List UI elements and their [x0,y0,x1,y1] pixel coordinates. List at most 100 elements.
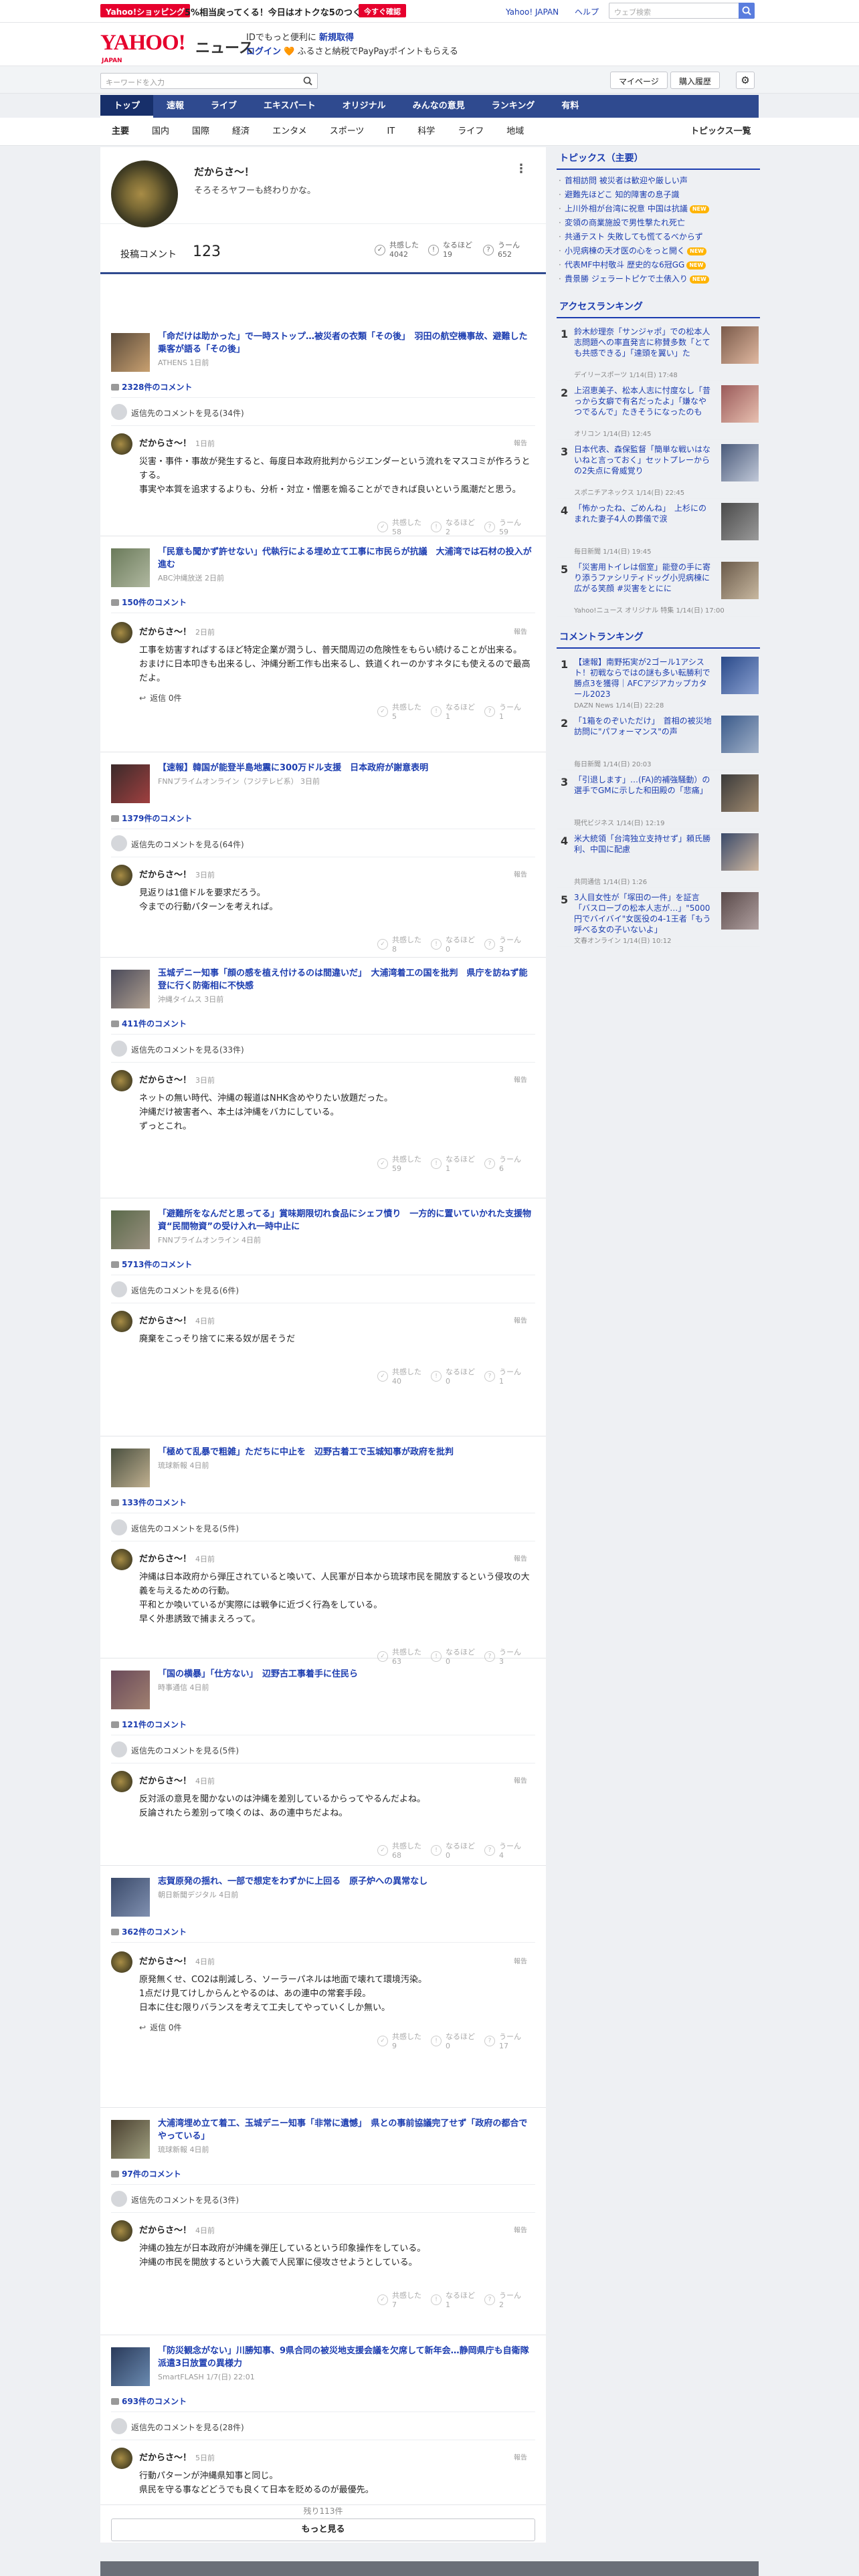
rank-title-link[interactable]: 「怖かったね、ごめんね」 上杉にのまれた妻子4人の葬儀で涙 [574,503,713,546]
login-link[interactable]: ログイン [246,47,281,57]
keyword-search-input[interactable]: キーワードを入力 [100,73,318,89]
comment-count-link[interactable]: 411件のコメント [111,1018,187,1029]
comment-count-link[interactable]: 150件のコメント [111,597,187,608]
cnav-local[interactable]: 地域 [495,118,535,146]
promo-button[interactable]: 今すぐ確認 [359,4,406,17]
cnav-life[interactable]: ライフ [446,118,495,146]
article-thumbnail[interactable] [111,333,150,372]
rank-thumbnail[interactable] [721,326,759,364]
topic-item[interactable]: 貴景勝 ジェラートピケで土俵入りNEW [557,272,760,286]
comment-count-link[interactable]: 362件のコメント [111,1926,187,1937]
gear-icon[interactable]: ⚙ [736,72,755,89]
reply-button[interactable]: 返信 0件 [139,2022,181,2033]
comment-ranking-item[interactable]: 4 米大統領「台湾独立支持せず」頼氏勝利、中国に配慮 共同通信 1/14(日) 1:… [557,829,760,888]
rank-thumbnail[interactable] [721,892,759,930]
promo-text[interactable]: 5%相当戻ってくる！今日はオトクな5のつく日 [185,5,370,18]
gnav-paid[interactable]: 有料 [548,95,592,118]
rank-thumbnail[interactable] [721,833,759,871]
topic-text[interactable]: 上川外相が台湾に祝意 中国は抗議 [565,204,688,213]
access-ranking-item[interactable]: 4 「怖かったね、ごめんね」 上杉にのまれた妻子4人の葬儀で涙 毎日新聞 1/14(… [557,499,760,558]
report-link[interactable]: 報告 [514,437,527,447]
report-link[interactable]: 報告 [514,626,527,636]
comment-ranking-item[interactable]: 1 【速報】南野拓実が2ゴール1アシスト！初戦ならではの謎も多い転勝利で勝点3を獲… [557,653,760,712]
comment-ranking-item[interactable]: 3 「引退します」…(FA)的補強騒動）の選手でGMに示した和田殿の「悲痛」 現代ビ… [557,770,760,829]
yahoo-japan-link[interactable]: Yahoo! JAPAN [506,7,559,17]
rank-title-link[interactable]: 3人目女性が「塚田の一件」を証言「バスローブの松本人志が…」"5000円でバイバ… [574,892,713,935]
logo-news[interactable]: ニュース [195,36,254,58]
rank-thumbnail[interactable] [721,444,759,481]
rank-title-link[interactable]: 「1箱をのぞいただけ」 首相の被災地訪問に"パフォーマンス"の声 [574,716,713,758]
article-title-link[interactable]: 玉城デニー知事「顔の感を植え付けるのは間違いだ」 大浦湾着工の国を批判 県庁を訪… [158,967,533,992]
comment-count-link[interactable]: 1379件のコメント [111,813,192,824]
cnav-science[interactable]: 科学 [406,118,446,146]
rank-title-link[interactable]: 「災害用トイレは個室」能登の手に寄り添うファシリティドッグ小児病棟に広がる笑顔 … [574,562,713,605]
topic-text[interactable]: 首相訪問 被災者は歓迎や厳しい声 [565,176,688,185]
rank-title-link[interactable]: 【速報】南野拓実が2ゴール1アシスト！初戦ならではの謎も多い転勝利で勝点3を獲得… [574,657,713,700]
rank-thumbnail[interactable] [721,385,759,423]
shopping-badge[interactable]: Yahoo!ショッピング [100,4,191,17]
topic-text[interactable]: 小児病棟の天才医の心をっと開く [565,246,685,255]
topics-list-link[interactable]: トピックス一覧 [690,118,751,146]
report-link[interactable]: 報告 [514,1553,527,1563]
article-thumbnail[interactable] [111,1448,150,1487]
rank-title-link[interactable]: 鈴木紗理奈「サンジャポ」での松本人志問題への率直発言に称賛多数「とても共感できる… [574,326,713,369]
reply-button[interactable]: 返信 0件 [139,692,181,704]
report-link[interactable]: 報告 [514,1775,527,1785]
topic-item[interactable]: 共通テスト 失敗しても慌てるべからず [557,230,760,244]
view-parent-comment-link[interactable]: 返信先のコメントを見る(5件) [131,1523,239,1534]
search-icon[interactable] [739,3,755,19]
topic-item[interactable]: 上川外相が台湾に祝意 中国は抗議NEW [557,202,760,216]
cnav-sports[interactable]: スポーツ [318,118,376,146]
yahoo-logo[interactable]: YAHOO! [100,31,186,56]
web-search-input[interactable]: ウェブ検索 [609,3,740,19]
cnav-entertainment[interactable]: エンタメ [261,118,318,146]
rank-title-link[interactable]: 日本代表、森保監督「簡単な戦いはないねと言っておく」セットプレーからの2失点に脅… [574,444,713,487]
help-link[interactable]: ヘルプ [575,7,599,17]
comment-count-link[interactable]: 97件のコメント [111,2168,181,2179]
view-parent-comment-link[interactable]: 返信先のコメントを見る(5件) [131,1745,239,1756]
rank-thumbnail[interactable] [721,716,759,753]
view-parent-comment-link[interactable]: 返信先のコメントを見る(6件) [131,1285,239,1296]
cnav-main[interactable]: 主要 [100,118,140,146]
article-thumbnail[interactable] [111,1878,150,1917]
gnav-expert[interactable]: エキスパート [250,95,329,118]
cnav-it[interactable]: IT [375,118,406,146]
article-title-link[interactable]: 【速報】韓国が能登半島地震に300万ドル支援 日本政府が謝意表明 [158,762,533,774]
view-parent-comment-link[interactable]: 返信先のコメントを見る(64件) [131,839,244,850]
gnav-ranking[interactable]: ランキング [478,95,549,118]
furusato-link[interactable]: 🧡 ふるさと納税でPayPayポイントもらえる [284,47,458,57]
signup-link[interactable]: 新規取得 [319,33,354,43]
mypage-button[interactable]: マイページ [610,72,668,89]
gnav-opinion[interactable]: みんなの意見 [399,95,478,118]
view-parent-comment-link[interactable]: 返信先のコメントを見る(33件) [131,1044,244,1055]
article-title-link[interactable]: 「命だけは助かった」で一時ストップ…被災者の衣類「その後」 羽田の航空機事故、避… [158,330,533,356]
article-thumbnail[interactable] [111,2347,150,2386]
rank-title-link[interactable]: 米大統領「台湾独立支持せず」頼氏勝利、中国に配慮 [574,833,713,876]
topic-item[interactable]: 代表MF中村敬斗 歴史的な6冠GGNEW [557,258,760,272]
gnav-top[interactable]: トップ [100,95,154,118]
view-parent-comment-link[interactable]: 返信先のコメントを見る(34件) [131,407,244,419]
report-link[interactable]: 報告 [514,2452,527,2462]
comment-ranking-item[interactable]: 2 「1箱をのぞいただけ」 首相の被災地訪問に"パフォーマンス"の声 毎日新聞 1/… [557,712,760,770]
article-thumbnail[interactable] [111,2120,150,2159]
comment-count-link[interactable]: 133件のコメント [111,1497,187,1508]
topic-item[interactable]: 避難先ほどこ 知的障害の息子識 [557,188,760,202]
report-link[interactable]: 報告 [514,1955,527,1965]
topic-item[interactable]: 首相訪問 被災者は歓迎や厳しい声 [557,174,760,188]
article-title-link[interactable]: 「民意も聞かず許せない」代執行による埋め立て工事に市民らが抗議 大浦湾では石材の… [158,546,533,571]
rank-thumbnail[interactable] [721,503,759,540]
article-title-link[interactable]: 志賀原発の揺れ、一部で想定をわずかに上回る 原子炉への異常なし [158,1875,533,1888]
article-title-link[interactable]: 大浦湾埋め立て着工、玉城デニー知事「非常に遺憾」 県との事前協議完了せず「政府の… [158,2117,533,2143]
article-thumbnail[interactable] [111,970,150,1008]
topic-text[interactable]: 代表MF中村敬斗 歴史的な6冠GG [565,260,684,270]
gnav-original[interactable]: オリジナル [329,95,399,118]
topic-text[interactable]: 変領の商業施設で男性撃たれ死亡 [565,218,685,227]
topic-item[interactable]: 小児病棟の天才医の心をっと開くNEW [557,244,760,258]
comment-count-link[interactable]: 5713件のコメント [111,1259,192,1270]
topic-text[interactable]: 共通テスト 失敗しても慌てるべからず [565,232,703,241]
rank-thumbnail[interactable] [721,562,759,599]
load-more-button[interactable]: もっと見る [111,2518,535,2541]
search-icon[interactable] [302,76,313,89]
access-ranking-item[interactable]: 3 日本代表、森保監督「簡単な戦いはないねと言っておく」セットプレーからの2失点に… [557,440,760,499]
article-thumbnail[interactable] [111,1671,150,1709]
